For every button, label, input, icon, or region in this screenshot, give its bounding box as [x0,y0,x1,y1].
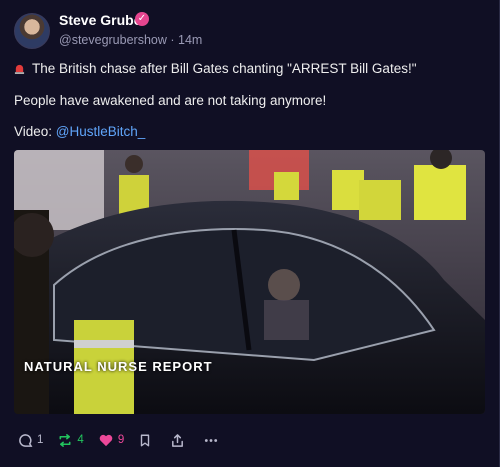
avatar[interactable] [14,13,50,49]
video-player[interactable]: NATURAL NURSE REPORT [14,150,485,414]
reply-button[interactable]: 1 [18,433,43,448]
repost-button[interactable]: 4 [57,433,84,448]
share-icon [172,433,184,447]
repost-icon [59,433,71,447]
author-meta: @stevegrubershow · 14m [59,33,202,47]
author-handle[interactable]: @stevegrubershow [59,33,167,47]
post-text-1: The British chase after Bill Gates chant… [32,61,417,76]
post-card: Steve Gruber ✓ @stevegrubershow · 14m Th… [0,0,500,467]
reply-icon [19,433,33,447]
meta-separator: · [170,33,175,47]
bookmark-button[interactable] [138,433,156,448]
siren-icon [14,64,25,74]
repost-count: 4 [77,434,84,446]
like-count: 9 [117,434,125,446]
post-line-3: Video: @HustleBitch_ [14,124,145,139]
action-bar: 1 4 9 [18,430,237,450]
post-line-1: The British chase after Bill Gates chant… [14,61,417,76]
post-text-2: People have awakened and are not taking … [14,93,327,108]
more-button[interactable] [203,433,223,448]
post-time[interactable]: 14m [178,33,202,47]
more-icon [205,438,218,442]
share-button[interactable] [170,433,189,448]
verified-icon: ✓ [135,12,149,26]
video-credit-link[interactable]: @HustleBitch_ [56,124,146,139]
video-watermark: NATURAL NURSE REPORT [24,359,213,374]
like-icon [99,434,113,446]
video-credit-label: Video: [14,124,56,139]
author-name[interactable]: Steve Gruber [59,12,147,28]
bookmark-icon [141,434,150,446]
like-button[interactable]: 9 [98,433,124,448]
reply-count: 1 [37,434,44,446]
video-frame [14,150,485,414]
